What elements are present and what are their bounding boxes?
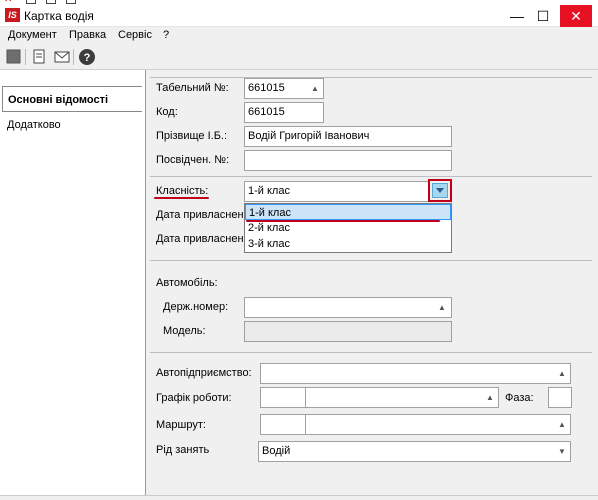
schedule-name-field[interactable] bbox=[305, 387, 499, 408]
route-label: Маршрут: bbox=[156, 419, 206, 431]
sidebar-item-additional[interactable]: Додатково bbox=[2, 112, 142, 138]
class-option-3[interactable]: 3-й клас bbox=[245, 236, 451, 252]
window-title: Картка водія bbox=[24, 9, 94, 23]
model-field bbox=[244, 321, 452, 342]
red-underline-annotation bbox=[246, 220, 440, 222]
license-label: Посвідчен. №: bbox=[156, 154, 230, 166]
occupation-value: Водій bbox=[262, 445, 291, 457]
tab-number-lookup-icon[interactable]: ▲ bbox=[307, 79, 323, 98]
menu-service[interactable]: Сервіс bbox=[118, 29, 152, 41]
menu-help[interactable]: ? bbox=[163, 29, 169, 41]
svg-text:?: ? bbox=[84, 52, 91, 64]
plate-field[interactable] bbox=[244, 297, 452, 318]
menu-bar: Документ Правка Сервіс ? bbox=[0, 27, 598, 45]
phase-field[interactable] bbox=[548, 387, 572, 408]
class-dropdown-list: 1-й клас 2-й клас 3-й клас bbox=[244, 203, 452, 253]
company-lookup-icon[interactable]: ▲ bbox=[554, 364, 570, 383]
code-label: Код: bbox=[156, 106, 178, 118]
sidebar-item-main-info[interactable]: Основні відомості bbox=[2, 86, 142, 112]
route-code-field[interactable] bbox=[260, 414, 306, 435]
company-field[interactable] bbox=[260, 363, 571, 384]
title-bar[interactable]: IS Картка водія — ☐ ✕ bbox=[0, 5, 598, 27]
code-field[interactable]: 661015 bbox=[244, 102, 324, 123]
divider bbox=[150, 176, 592, 177]
divider bbox=[150, 77, 592, 78]
close-remnant-icon: ✕ bbox=[4, 0, 14, 5]
toolbar: ? bbox=[0, 45, 598, 70]
toolbar-separator bbox=[25, 49, 26, 65]
code-value: 661015 bbox=[248, 106, 285, 118]
tab-number-label: Табельний №: bbox=[156, 82, 229, 94]
menu-edit[interactable]: Правка bbox=[69, 29, 106, 41]
car-section-label: Автомобіль: bbox=[156, 277, 218, 289]
save-icon[interactable] bbox=[5, 48, 23, 66]
window-remnant-icon bbox=[66, 0, 76, 4]
name-value: Водій Григорій Іванович bbox=[248, 130, 370, 142]
class-label: Класність: bbox=[156, 185, 209, 197]
class-option-1[interactable]: 1-й клас bbox=[245, 204, 451, 220]
company-label: Автопідприємство: bbox=[156, 367, 252, 379]
route-name-field[interactable] bbox=[305, 414, 571, 435]
class-option-2[interactable]: 2-й клас bbox=[245, 220, 451, 236]
app-logo: IS bbox=[5, 8, 20, 22]
chevron-down-icon[interactable]: ▼ bbox=[554, 442, 570, 461]
class-select[interactable]: 1-й клас bbox=[244, 181, 430, 202]
help-icon[interactable]: ? bbox=[78, 48, 96, 66]
chevron-down-icon[interactable] bbox=[432, 183, 448, 198]
schedule-code-field[interactable] bbox=[260, 387, 306, 408]
document-icon[interactable] bbox=[30, 48, 48, 66]
close-button[interactable]: ✕ bbox=[560, 5, 592, 27]
plate-lookup-icon[interactable]: ▲ bbox=[434, 298, 450, 317]
toolbar-separator bbox=[73, 49, 74, 65]
schedule-label: Графік роботи: bbox=[156, 392, 232, 404]
phase-label: Фаза: bbox=[505, 392, 534, 404]
divider bbox=[150, 352, 592, 353]
name-field[interactable]: Водій Григорій Іванович bbox=[244, 126, 452, 147]
occupation-select[interactable]: Водій bbox=[258, 441, 571, 462]
model-label: Модель: bbox=[163, 325, 206, 337]
window-remnant-icon bbox=[26, 0, 36, 4]
schedule-lookup-icon[interactable]: ▲ bbox=[482, 388, 498, 407]
status-bar bbox=[0, 495, 598, 500]
date-assigned-label-1: Дата привласнен bbox=[156, 209, 244, 221]
maximize-button[interactable]: ☐ bbox=[528, 5, 558, 27]
class-value: 1-й клас bbox=[248, 185, 290, 197]
occupation-label: Рід занять bbox=[156, 444, 210, 456]
divider bbox=[150, 260, 592, 261]
sidebar: Основні відомості Додатково bbox=[0, 70, 145, 495]
route-lookup-icon[interactable]: ▲ bbox=[554, 415, 570, 434]
tab-number-value: 661015 bbox=[248, 82, 285, 94]
name-label: Прізвище І.Б.: bbox=[156, 130, 228, 142]
date-assigned-label-2: Дата привласнен bbox=[156, 233, 244, 245]
main-form: Табельний №: 661015 ▲ Код: 661015 Прізви… bbox=[146, 70, 598, 495]
license-field[interactable] bbox=[244, 150, 452, 171]
plate-label: Держ.номер: bbox=[163, 301, 229, 313]
red-underline-annotation bbox=[154, 197, 209, 199]
mail-icon[interactable] bbox=[53, 48, 71, 66]
window-remnant-icon bbox=[46, 0, 56, 4]
menu-document[interactable]: Документ bbox=[8, 29, 57, 41]
